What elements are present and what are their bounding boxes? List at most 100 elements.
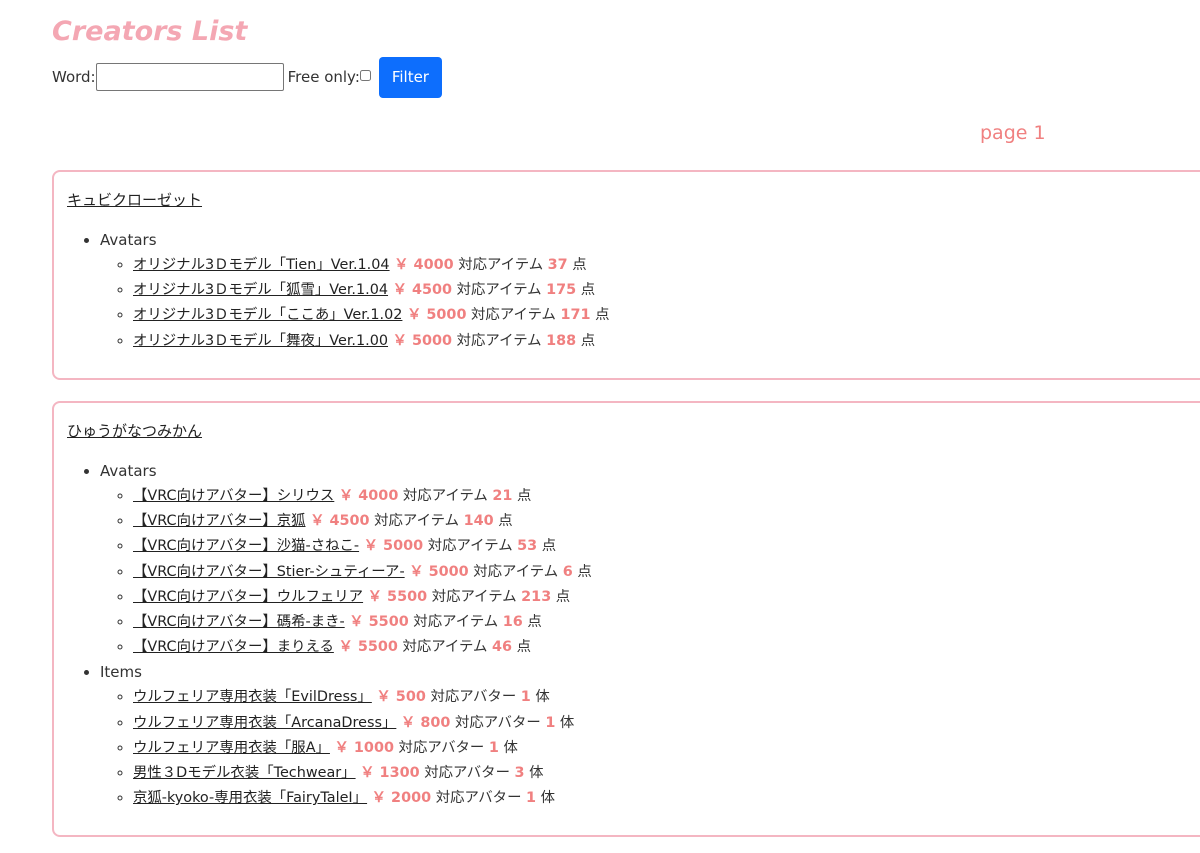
product-price: ￥ 4500: [392, 282, 453, 299]
item-list: ウルフェリア専用衣装「EvilDress」 ￥ 500 対応アバター 1 体 ウ…: [100, 685, 592, 811]
list-item: ウルフェリア専用衣装「ArcanaDress」 ￥ 800 対応アバター 1 体: [133, 711, 592, 736]
count-unit: 点: [577, 563, 592, 580]
count-label: 対応アイテム: [413, 614, 499, 631]
product-link[interactable]: ウルフェリア専用衣装「ArcanaDress」: [133, 715, 396, 731]
category-list: Avatars オリジナル3Ｄモデル「Tien」Ver.1.04 ￥ 4000 …: [54, 228, 610, 354]
count-label: 対応アイテム: [427, 538, 513, 555]
count-label: 対応アバター: [454, 714, 541, 731]
product-price: ￥ 1300: [360, 765, 420, 782]
count-value: 140: [463, 513, 494, 530]
count-value: 37: [547, 257, 568, 273]
list-item: ウルフェリア専用衣装「服A」 ￥ 1000 対応アバター 1 体: [133, 736, 592, 761]
count-unit: 体: [540, 790, 556, 807]
product-link[interactable]: 【VRC向けアバター】京狐: [133, 513, 306, 529]
list-item: ウルフェリア専用衣装「EvilDress」 ￥ 500 対応アバター 1 体: [133, 685, 592, 710]
list-item: 【VRC向けアバター】ウルフェリア ￥ 5500 対応アイテム 213 点: [133, 585, 592, 610]
count-value: 21: [492, 488, 513, 504]
list-item: オリジナル3Ｄモデル「狐雪」Ver.1.04 ￥ 4500 対応アイテム 175…: [133, 278, 610, 303]
free-only-checkbox[interactable]: [359, 70, 371, 81]
count-unit: 体: [529, 765, 544, 782]
list-item: 男性３Dモデル衣装「Techwear」 ￥ 1300 対応アバター 3 体: [133, 761, 592, 786]
count-value: 16: [502, 614, 523, 631]
list-item: 【VRC向けアバター】沙猫-さねこ- ￥ 5000 対応アイテム 53 点: [133, 534, 592, 559]
list-item: 【VRC向けアバター】碼希-まき- ￥ 5500 対応アイテム 16 点: [133, 610, 592, 635]
creator-link[interactable]: ひゅうがなつみかん: [67, 420, 202, 441]
list-item: オリジナル3Ｄモデル「Tien」Ver.1.04 ￥ 4000 対応アイテム 3…: [133, 253, 610, 278]
product-link[interactable]: オリジナル3Ｄモデル「舞夜」Ver.1.00: [133, 333, 388, 349]
list-item: オリジナル3Ｄモデル「ここあ」Ver.1.02 ￥ 5000 対応アイテム 17…: [133, 303, 610, 328]
product-price: ￥ 5000: [363, 538, 424, 555]
product-link[interactable]: 京狐-kyoko-専用衣装「FairyTaleⅠ」: [133, 790, 367, 806]
creator-link[interactable]: キュビクローゼット: [67, 189, 202, 210]
count-unit: 点: [572, 257, 587, 273]
item-list: 【VRC向けアバター】シリウス ￥ 4000 対応アイテム 21 点 【VRC向…: [100, 484, 592, 660]
count-value: 6: [562, 563, 573, 580]
count-value: 171: [560, 307, 591, 324]
list-item: 京狐-kyoko-専用衣装「FairyTaleⅠ」 ￥ 2000 対応アバター …: [133, 786, 592, 811]
product-link[interactable]: オリジナル3Ｄモデル「狐雪」Ver.1.04: [133, 282, 388, 298]
category-label: Avatars: [100, 462, 157, 480]
category: Avatars オリジナル3Ｄモデル「Tien」Ver.1.04 ￥ 4000 …: [100, 228, 610, 354]
count-unit: 点: [516, 639, 531, 656]
count-unit: 点: [580, 282, 596, 299]
count-label: 対応アバター: [424, 765, 510, 782]
count-label: 対応アバター: [435, 790, 522, 807]
count-label: 対応アバター: [430, 689, 517, 706]
product-price: ￥ 5500: [338, 639, 398, 656]
count-unit: 体: [535, 689, 550, 706]
count-value: 1: [488, 739, 499, 756]
product-link[interactable]: オリジナル3Ｄモデル「Tien」Ver.1.04: [133, 257, 390, 273]
count-unit: 点: [595, 307, 610, 324]
product-link[interactable]: ウルフェリア専用衣装「EvilDress」: [133, 689, 372, 705]
product-price: ￥ 5000: [392, 332, 453, 349]
list-item: 【VRC向けアバター】まりえる ￥ 5500 対応アイテム 46 点: [133, 635, 592, 660]
count-label: 対応アイテム: [471, 307, 556, 324]
product-link[interactable]: 【VRC向けアバター】シリウス: [133, 488, 334, 504]
list-item: 【VRC向けアバター】Stier-シュティーア- ￥ 5000 対応アイテム 6…: [133, 560, 592, 585]
count-value: 1: [526, 790, 537, 807]
product-price: ￥ 1000: [334, 739, 394, 756]
count-label: 対応アイテム: [456, 332, 542, 349]
category: Items ウルフェリア専用衣装「EvilDress」 ￥ 500 対応アバター…: [100, 660, 592, 811]
list-item: 【VRC向けアバター】シリウス ￥ 4000 対応アイテム 21 点: [133, 484, 592, 509]
free-only-label: Free only:: [287, 68, 360, 86]
creator-card: ひゅうがなつみかん Avatars 【VRC向けアバター】シリウス ￥ 4000…: [52, 401, 1200, 837]
count-value: 188: [546, 332, 577, 349]
page-title: Creators List: [52, 16, 248, 47]
count-unit: 点: [580, 332, 596, 349]
product-link[interactable]: 【VRC向けアバター】ウルフェリア: [133, 589, 363, 605]
count-value: 53: [517, 538, 538, 555]
count-unit: 点: [555, 588, 571, 605]
word-input[interactable]: [95, 63, 284, 91]
product-price: ￥ 500: [376, 689, 426, 706]
count-value: 46: [491, 639, 512, 656]
count-value: 1: [545, 714, 556, 731]
count-unit: 点: [527, 614, 542, 631]
count-value: 1: [520, 689, 531, 706]
product-link[interactable]: 【VRC向けアバター】まりえる: [133, 639, 334, 655]
count-unit: 点: [517, 488, 532, 504]
product-link[interactable]: 【VRC向けアバター】沙猫-さねこ-: [133, 538, 359, 554]
count-label: 対応アバター: [398, 739, 485, 756]
filter-button[interactable]: Filter: [378, 56, 442, 98]
count-label: 対応アイテム: [473, 563, 559, 580]
category-label: Items: [100, 663, 142, 682]
count-label: 対応アイテム: [458, 257, 544, 273]
product-link[interactable]: 【VRC向けアバター】Stier-シュティーア-: [133, 564, 405, 580]
count-value: 213: [521, 588, 552, 605]
category-list: Avatars 【VRC向けアバター】シリウス ￥ 4000 対応アイテム 21…: [54, 459, 592, 811]
product-link[interactable]: 【VRC向けアバター】碼希-まき-: [133, 614, 345, 630]
product-link[interactable]: オリジナル3Ｄモデル「ここあ」Ver.1.02: [133, 307, 402, 323]
product-price: ￥ 5500: [367, 588, 428, 605]
product-link[interactable]: 男性３Dモデル衣装「Techwear」: [133, 765, 356, 781]
product-price: ￥ 800: [400, 714, 451, 731]
product-price: ￥ 2000: [371, 790, 432, 807]
count-value: 175: [546, 282, 577, 299]
product-price: ￥ 4500: [310, 513, 370, 530]
category: Avatars 【VRC向けアバター】シリウス ￥ 4000 対応アイテム 21…: [100, 459, 592, 660]
count-value: 3: [514, 765, 525, 782]
product-price: ￥ 4000: [338, 488, 399, 504]
count-label: 対応アイテム: [431, 588, 517, 605]
list-item: オリジナル3Ｄモデル「舞夜」Ver.1.00 ￥ 5000 対応アイテム 188…: [133, 329, 610, 354]
product-link[interactable]: ウルフェリア専用衣装「服A」: [133, 740, 330, 756]
